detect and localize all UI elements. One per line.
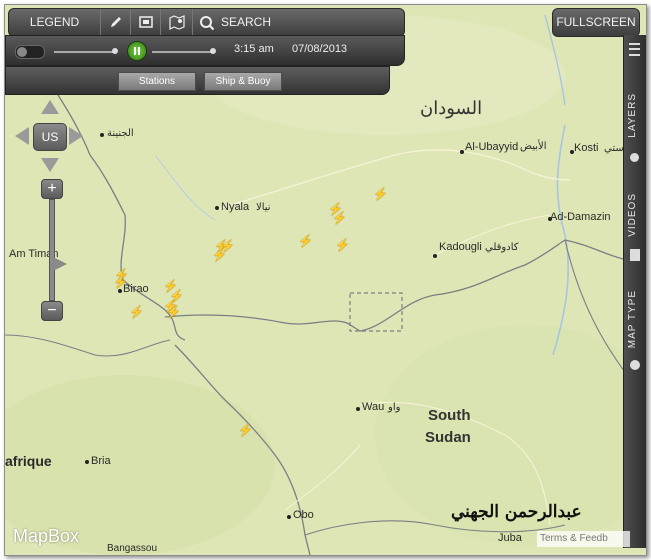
pause-button[interactable] [127,41,147,61]
label-al-ubayyid: Al-Ubayyid [465,141,519,153]
city-dot [85,460,89,464]
label-juba: Juba [498,532,522,544]
lightning-icon[interactable]: ⚡ [335,238,350,252]
label-wau: Wau [362,401,385,413]
label-kadougli: Kadougli [439,241,482,253]
map-pin-button[interactable] [161,9,193,36]
city-dot [118,289,122,293]
label-kosti: Kosti [574,142,599,154]
label-sudan-ar: السودان [420,98,483,118]
zoom-handle[interactable] [53,257,67,271]
time-slider-right[interactable] [152,51,212,53]
watermark-signature: عبدالرحمن الجهني [451,502,582,522]
zoom-track[interactable] [49,199,55,301]
label-obo: Obo [293,509,314,521]
zoom-out-button[interactable]: − [41,301,63,321]
city-dot [356,407,360,411]
videos-tab[interactable]: VIDEOS [627,193,638,237]
picture-frame-icon [138,16,153,28]
map-frame: السودان South Sudan Al-Ubayyid الأبيض Ko… [4,4,647,556]
pencil-icon [110,17,121,27]
label-wau-ar: واو [388,402,401,413]
right-sidebar: LAYERS VIDEOS MAP TYPE [623,35,646,548]
fullscreen-button[interactable]: FULLSCREEN [552,8,640,37]
lightning-icon[interactable]: ⚡ [373,187,388,201]
legend-button[interactable]: LEGEND [9,9,101,36]
label-south: South [428,407,471,424]
search-button[interactable]: SEARCH [193,9,404,36]
region-button[interactable]: US [33,123,67,151]
slider-handle[interactable] [112,48,118,54]
pan-left-button[interactable] [15,127,29,145]
pan-up-button[interactable] [41,100,59,114]
layers-icon [630,153,639,162]
date-readout: 07/08/2013 [292,43,348,55]
mapbox-logo: MapBox [13,526,80,546]
label-kadougli-ar: كادوقلي [485,242,519,253]
time-bar: 3:15 am 07/08/2013 [5,35,405,66]
lightning-icon[interactable]: ⚡ [238,423,253,437]
lightning-icon[interactable]: ⚡ [166,305,181,319]
menu-icon[interactable] [629,43,640,56]
pause-icon [134,47,140,55]
draw-button[interactable] [101,9,131,36]
tab-ship-buoy[interactable]: Ship & Buoy [204,72,282,91]
pan-right-button[interactable] [69,127,83,145]
slider-handle[interactable] [210,48,216,54]
top-toolbar: LEGEND SEARCH [8,8,405,37]
label-bria: Bria [91,455,111,467]
map-pin-icon [168,15,185,30]
lightning-icon[interactable]: ⚡ [212,248,227,262]
time-readout: 3:15 am [234,43,274,55]
tab-stations[interactable]: Stations [118,72,196,91]
time-slider-left[interactable] [54,51,114,53]
globe-icon [630,360,640,370]
city-dot [460,150,464,154]
label-al-ubayyid-ar: الأبيض [520,141,547,152]
city-dot [100,133,104,137]
label-sudan: Sudan [425,429,471,446]
terms-link[interactable]: Terms & Feedb [537,531,630,547]
label-bangassou: Bangassou [107,543,158,554]
layers-tab[interactable]: LAYERS [627,93,638,138]
label-nyala: Nyala [221,201,250,213]
label-geneina-ar: الجنينة [107,128,134,139]
city-dot [287,515,291,519]
toggle-switch[interactable] [15,45,45,59]
label-nyala-ar: نيالا [256,202,271,213]
label-centrafrique: afrique [5,453,52,469]
tab-bar: Stations Ship & Buoy [5,66,390,95]
frame-button[interactable] [131,9,161,36]
nav-pad: US [15,100,83,172]
city-dot [215,206,219,210]
lightning-icon[interactable]: ⚡ [332,211,347,225]
pan-down-button[interactable] [41,158,59,172]
zoom-in-button[interactable]: + [41,179,63,199]
lightning-icon[interactable]: ⚡ [129,305,144,319]
lightning-icon[interactable]: ⚡ [113,275,128,289]
label-ad-damazin: Ad-Damazin [550,211,611,223]
city-dot [433,254,437,258]
film-icon [630,249,640,261]
search-icon [200,15,215,31]
map-type-tab[interactable]: MAP TYPE [627,290,638,348]
search-label: SEARCH [221,15,272,29]
lightning-icon[interactable]: ⚡ [298,234,313,248]
